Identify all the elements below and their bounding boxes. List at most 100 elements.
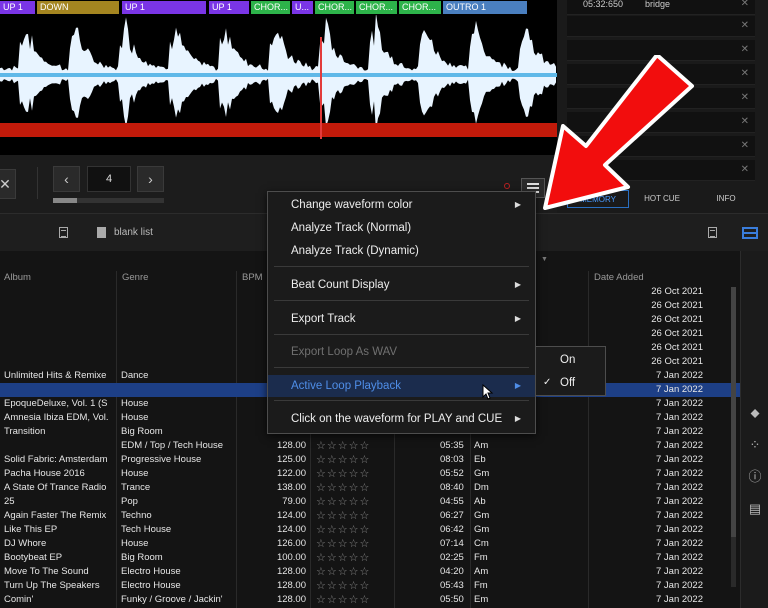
waveform-graph[interactable] xyxy=(0,15,557,155)
rating-stars[interactable]: ☆☆☆☆☆ xyxy=(316,523,370,537)
column-date-added[interactable]: Date Added xyxy=(594,272,644,283)
rating-stars[interactable]: ☆☆☆☆☆ xyxy=(316,467,370,481)
menu-item[interactable]: Change waveform color ▶ xyxy=(268,194,535,216)
cell-bpm: 128.00 xyxy=(276,594,306,605)
menu-item[interactable]: Analyze Track (Normal) xyxy=(268,217,535,239)
cell-album: DJ Whore xyxy=(4,538,47,549)
waveform-shape xyxy=(0,15,556,131)
table-row[interactable]: Move To The Sound Electro House 128.00 04:2… xyxy=(0,565,740,579)
cell-time: 08:03 xyxy=(440,454,464,465)
table-row[interactable]: Pacha House 2016 House 122.00 05:52 Gm 7 Jan … xyxy=(0,467,740,481)
cell-key: Em xyxy=(474,594,489,605)
table-row[interactable]: Turn Up The Speakers Electro House 128.00 0… xyxy=(0,579,740,593)
delete-icon[interactable]: ✕ xyxy=(741,136,749,156)
cell-date: 7 Jan 2022 xyxy=(655,482,703,493)
table-row[interactable]: Like This EP Tech House 124.00 06:42 Gm 7 Jan… xyxy=(0,523,740,537)
rating-stars[interactable]: ☆☆☆☆☆ xyxy=(316,509,370,523)
rating-stars[interactable]: ☆☆☆☆☆ xyxy=(316,453,370,467)
phrase-segment: CHOR... xyxy=(356,1,397,14)
submenu-item[interactable]: ✓ Off xyxy=(536,372,605,394)
menu-item[interactable]: Analyze Track (Dynamic) xyxy=(268,240,535,262)
submenu-item-label: On xyxy=(560,354,576,366)
rating-stars[interactable]: ☆☆☆☆☆ xyxy=(316,481,370,495)
list-icon[interactable] xyxy=(59,227,68,238)
tag-icon[interactable]: ⬥ xyxy=(747,405,763,421)
phrase-bar: UP 1 DOWN UP 1 UP 1 CHOR... U... CHOR... CHOR..… xyxy=(0,0,557,15)
menu-item[interactable]: Active Loop Playback ▶ xyxy=(268,375,535,397)
rating-stars[interactable]: ☆☆☆☆☆ xyxy=(316,551,370,565)
related-tracks-icon[interactable]: ⁘ xyxy=(747,437,763,453)
loop-length-display: 4 xyxy=(87,166,131,192)
cell-time: 04:55 xyxy=(440,496,464,507)
delete-icon[interactable]: ✕ xyxy=(741,88,749,108)
rating-stars[interactable]: ☆☆☆☆☆ xyxy=(316,537,370,551)
rating-stars[interactable]: ☆☆☆☆☆ xyxy=(316,439,370,453)
cell-bpm: 100.00 xyxy=(276,552,306,563)
close-icon[interactable]: ✕ xyxy=(0,169,16,199)
waveform-display[interactable]: UP 1 DOWN UP 1 UP 1 CHOR... U... CHOR... CHOR..… xyxy=(0,0,557,155)
phrase-segment: CHOR... xyxy=(251,1,290,14)
cell-key: Gm xyxy=(474,468,490,479)
cell-genre: Big Room xyxy=(121,426,163,437)
table-row[interactable]: A State Of Trance Radio Trance 138.00 08:40… xyxy=(0,481,740,495)
cell-date: 7 Jan 2022 xyxy=(655,552,703,563)
delete-icon[interactable]: ✕ xyxy=(741,112,749,132)
loop-double-button[interactable]: › xyxy=(137,166,164,192)
rating-stars[interactable]: ☆☆☆☆☆ xyxy=(316,565,370,579)
active-loop-playback-submenu: On ✓ Off xyxy=(535,346,606,396)
lyrics-icon[interactable]: ▤ xyxy=(747,501,763,517)
column-album[interactable]: Album xyxy=(4,272,31,283)
scrollbar[interactable] xyxy=(731,287,736,587)
menu-item[interactable]: Beat Count Display ▶ xyxy=(268,274,535,296)
table-row[interactable]: Solid Fabric: Amsterdam Progressive House… xyxy=(0,453,740,467)
table-row[interactable]: Again Faster The Remix Techno 124.00 06:27 G… xyxy=(0,509,740,523)
table-row[interactable]: DJ Whore House 126.00 07:14 Cm 7 Jan 2022 ☆☆☆☆… xyxy=(0,537,740,551)
cell-album: A State Of Trance Radio xyxy=(4,482,107,493)
cell-bpm: 138.00 xyxy=(276,482,306,493)
browser-view-icon[interactable] xyxy=(742,227,758,239)
menu-item[interactable]: Click on the waveform for PLAY and CUE ▶ xyxy=(268,408,535,430)
loop-halve-button[interactable]: ‹ xyxy=(53,166,80,192)
cell-date: 7 Jan 2022 xyxy=(655,496,703,507)
table-row[interactable]: 25 Pop 79.00 04:55 Ab 7 Jan 2022 ☆☆☆☆☆ xyxy=(0,495,740,509)
table-row[interactable]: Comin' Funky / Groove / Jackin' 128.00 05:5… xyxy=(0,593,740,607)
column-bpm[interactable]: BPM xyxy=(242,272,263,283)
rating-stars[interactable]: ☆☆☆☆☆ xyxy=(316,593,370,607)
info-list-icon[interactable] xyxy=(708,227,717,238)
cell-genre: Pop xyxy=(121,496,138,507)
rating-stars[interactable]: ☆☆☆☆☆ xyxy=(316,495,370,509)
cell-album: Solid Fabric: Amsterdam xyxy=(4,454,108,465)
table-row[interactable]: Bootybeat EP Big Room 100.00 02:25 Fm 7 Jan 2… xyxy=(0,551,740,565)
column-genre[interactable]: Genre xyxy=(122,272,148,283)
delete-icon[interactable]: ✕ xyxy=(741,64,749,84)
submenu-arrow-icon: ▶ xyxy=(514,280,521,289)
cell-key: Am xyxy=(474,440,489,451)
cell-time: 06:27 xyxy=(440,510,464,521)
table-row[interactable]: EDM / Top / Tech House 128.00 05:35 Am 7 Jan… xyxy=(0,439,740,453)
delete-icon[interactable]: ✕ xyxy=(741,40,749,60)
delete-icon[interactable]: ✕ xyxy=(741,0,749,14)
sort-chevron-icon[interactable]: ▼ xyxy=(541,256,548,263)
playlist-icon xyxy=(97,227,106,238)
progress-bar xyxy=(53,198,164,203)
rating-stars[interactable]: ☆☆☆☆☆ xyxy=(316,579,370,593)
submenu-arrow-icon: ▶ xyxy=(514,414,521,423)
tab-info[interactable]: INFO xyxy=(695,190,757,208)
cell-key: Fm xyxy=(474,552,488,563)
delete-icon[interactable]: ✕ xyxy=(741,160,749,180)
memory-cue-row[interactable]: 05:32:650 bridge ✕ xyxy=(567,0,755,15)
menu-item[interactable]: Export Track ▶ xyxy=(268,308,535,330)
hamburger-icon xyxy=(527,183,539,185)
cell-date: 26 Oct 2021 xyxy=(651,314,703,325)
info-icon[interactable]: ⓘ xyxy=(747,469,763,485)
playlist-name: blank list xyxy=(114,227,153,238)
memory-cue-row[interactable]: ✕ xyxy=(567,16,755,37)
cell-album: 25 xyxy=(4,496,15,507)
cell-date: 7 Jan 2022 xyxy=(655,510,703,521)
cell-genre: EDM / Top / Tech House xyxy=(121,440,224,451)
submenu-item[interactable]: On xyxy=(536,349,605,371)
menu-item-label: Beat Count Display xyxy=(291,279,390,291)
delete-icon[interactable]: ✕ xyxy=(741,16,749,36)
cell-album: Pacha House 2016 xyxy=(4,468,85,479)
cell-genre: Electro House xyxy=(121,566,181,577)
